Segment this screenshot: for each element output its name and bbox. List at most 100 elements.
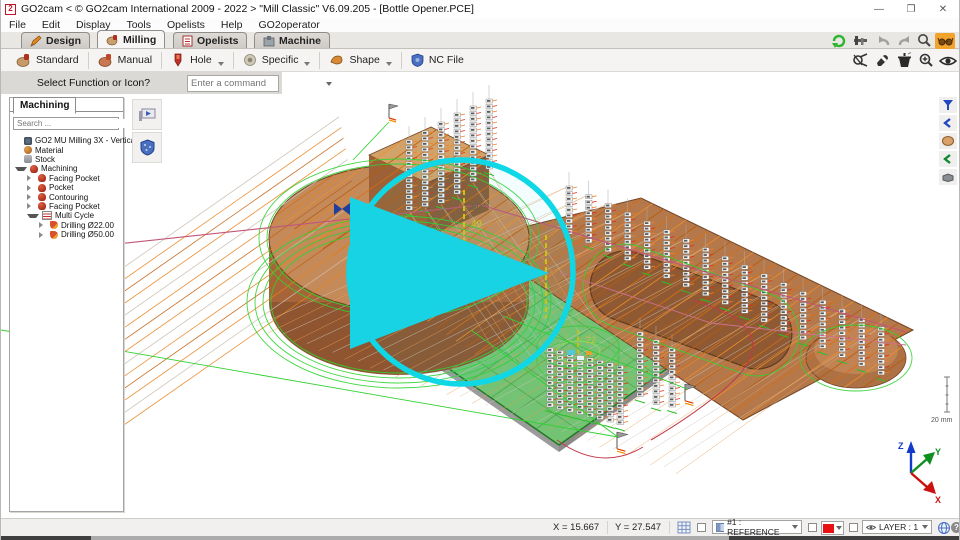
close-button[interactable]: ✕ bbox=[927, 0, 959, 18]
maximize-button[interactable]: ❐ bbox=[895, 0, 927, 18]
specific-button[interactable]: Specific bbox=[234, 50, 320, 71]
window-bottom-frame bbox=[1, 536, 959, 540]
ribbon-tab-strip: Design Milling Opelists Machine bbox=[1, 32, 959, 49]
previous-op-button[interactable] bbox=[939, 115, 957, 131]
layer-dropdown-icon[interactable] bbox=[922, 525, 928, 529]
expand-icon[interactable] bbox=[39, 232, 47, 238]
tree-search-input[interactable] bbox=[14, 119, 130, 128]
svg-text:20 mm: 20 mm bbox=[931, 417, 953, 424]
minimize-button[interactable]: — bbox=[863, 0, 895, 18]
reference-select[interactable]: #1 : REFERENCE bbox=[712, 520, 802, 534]
axis-triad: Z Y X bbox=[898, 441, 941, 505]
reference-checkbox[interactable] bbox=[697, 523, 706, 532]
tree-item-facing-pocket[interactable]: Facing Pocket bbox=[10, 174, 123, 183]
tree-item-drilling-22[interactable]: Drilling Ø22.00 bbox=[10, 221, 123, 230]
color-dropdown-icon[interactable] bbox=[836, 526, 842, 530]
simulation-button[interactable] bbox=[132, 99, 162, 130]
tree-item-pocket[interactable]: Pocket bbox=[10, 183, 123, 192]
cursor-x-coordinate: X = 15.667 bbox=[553, 522, 599, 533]
tree-item-machining[interactable]: Machining bbox=[10, 164, 123, 173]
expand-icon[interactable] bbox=[27, 175, 35, 181]
tab-machining-panel[interactable]: Machining bbox=[13, 97, 76, 114]
reference-dropdown-icon[interactable] bbox=[792, 525, 798, 529]
regenerate-icon[interactable] bbox=[829, 33, 849, 49]
current-color-swatch[interactable] bbox=[821, 521, 844, 535]
tool-shield-button[interactable] bbox=[132, 132, 162, 163]
svg-text:Y: Y bbox=[935, 447, 941, 457]
layer-checkbox[interactable] bbox=[849, 523, 858, 532]
reference-plane-icon bbox=[716, 523, 724, 532]
expand-icon[interactable] bbox=[27, 194, 35, 200]
help-icon[interactable]: ? bbox=[951, 522, 960, 533]
layer-eye-icon bbox=[866, 524, 876, 531]
caliper-icon[interactable] bbox=[851, 33, 871, 49]
expand-icon[interactable] bbox=[27, 203, 35, 209]
hole-dropdown-icon[interactable] bbox=[218, 62, 224, 66]
standard-button[interactable]: Standard bbox=[7, 50, 88, 71]
color-red bbox=[823, 524, 834, 533]
tree-item-machine[interactable]: GO2 MU Milling 3X - Vertical bbox=[10, 136, 123, 145]
undo-icon[interactable] bbox=[873, 33, 893, 49]
stock-block-icon bbox=[942, 173, 954, 182]
play-button-overlay[interactable] bbox=[349, 160, 573, 384]
drilling-icon bbox=[50, 221, 58, 229]
tree-item-contouring[interactable]: Contouring bbox=[10, 192, 123, 201]
dynamic-view-icon[interactable] bbox=[938, 51, 958, 69]
expand-icon[interactable] bbox=[27, 185, 35, 191]
menu-file[interactable]: File bbox=[1, 19, 34, 31]
analysis-tools-icon[interactable] bbox=[850, 51, 870, 69]
tab-design[interactable]: Design bbox=[21, 32, 90, 48]
layer-select[interactable]: LAYER : 1 bbox=[862, 520, 932, 534]
machine-icon bbox=[263, 35, 275, 47]
pocket-icon bbox=[38, 184, 46, 192]
nc-file-button[interactable]: NC File bbox=[402, 50, 473, 71]
manual-icon bbox=[98, 53, 113, 67]
title-bar: 2 GO2cam < © GO2cam International 2009 -… bbox=[1, 0, 959, 18]
filter-button[interactable] bbox=[939, 97, 957, 113]
standard-icon bbox=[16, 53, 31, 67]
show-stock-button[interactable] bbox=[939, 169, 957, 185]
menu-go2operator[interactable]: GO2operator bbox=[251, 19, 328, 31]
facing-pocket-icon bbox=[38, 174, 46, 182]
zoom-icon[interactable] bbox=[914, 33, 934, 49]
machining-icon bbox=[30, 165, 38, 173]
menu-edit[interactable]: Edit bbox=[34, 19, 68, 31]
menu-opelists[interactable]: Opelists bbox=[159, 19, 213, 31]
tree-search-box[interactable] bbox=[13, 117, 119, 130]
hole-button[interactable]: Hole bbox=[162, 50, 233, 71]
hole-icon bbox=[171, 53, 185, 67]
tab-milling[interactable]: Milling bbox=[97, 30, 165, 48]
tree-item-multi-cycle[interactable]: Multi Cycle bbox=[10, 211, 123, 220]
cursor-y-coordinate: Y = 27.547 bbox=[615, 522, 661, 533]
color-checkbox[interactable] bbox=[808, 523, 817, 532]
svg-text:Z: Z bbox=[898, 441, 904, 451]
tree-item-facing-pocket-2[interactable]: Facing Pocket bbox=[10, 202, 123, 211]
tab-opelists[interactable]: Opelists bbox=[173, 32, 247, 48]
menu-help[interactable]: Help bbox=[213, 19, 251, 31]
manual-button[interactable]: Manual bbox=[89, 50, 161, 71]
shape-dropdown-icon[interactable] bbox=[386, 62, 392, 66]
zoom-window-icon[interactable] bbox=[916, 51, 936, 69]
previous-step-button[interactable] bbox=[939, 151, 957, 167]
svg-text:X: X bbox=[935, 495, 941, 505]
tab-machine[interactable]: Machine bbox=[254, 32, 330, 48]
collapse-icon[interactable] bbox=[15, 167, 27, 171]
tree-item-drilling-50[interactable]: Drilling Ø50.00 bbox=[10, 230, 123, 239]
machine-icon bbox=[24, 137, 32, 145]
shape-button[interactable]: Shape bbox=[320, 50, 400, 71]
specific-dropdown-icon[interactable] bbox=[304, 62, 310, 66]
tree-item-stock[interactable]: Stock bbox=[10, 155, 123, 164]
window-title: GO2cam < © GO2cam International 2009 - 2… bbox=[21, 3, 474, 15]
chevron-left-blue-icon bbox=[943, 118, 953, 128]
cleanup-icon[interactable] bbox=[894, 51, 914, 69]
view-glasses-icon[interactable] bbox=[935, 33, 955, 49]
machining-tree: GO2 MU Milling 3X - Vertical Material St… bbox=[10, 136, 123, 239]
show-part-button[interactable] bbox=[939, 133, 957, 149]
multi-cycle-icon bbox=[42, 211, 52, 220]
redo-icon[interactable] bbox=[895, 33, 915, 49]
tree-item-material[interactable]: Material bbox=[10, 145, 123, 154]
collapse-icon[interactable] bbox=[27, 214, 39, 218]
specific-icon bbox=[243, 53, 257, 67]
eraser-icon[interactable] bbox=[872, 51, 892, 69]
expand-icon[interactable] bbox=[39, 222, 47, 228]
